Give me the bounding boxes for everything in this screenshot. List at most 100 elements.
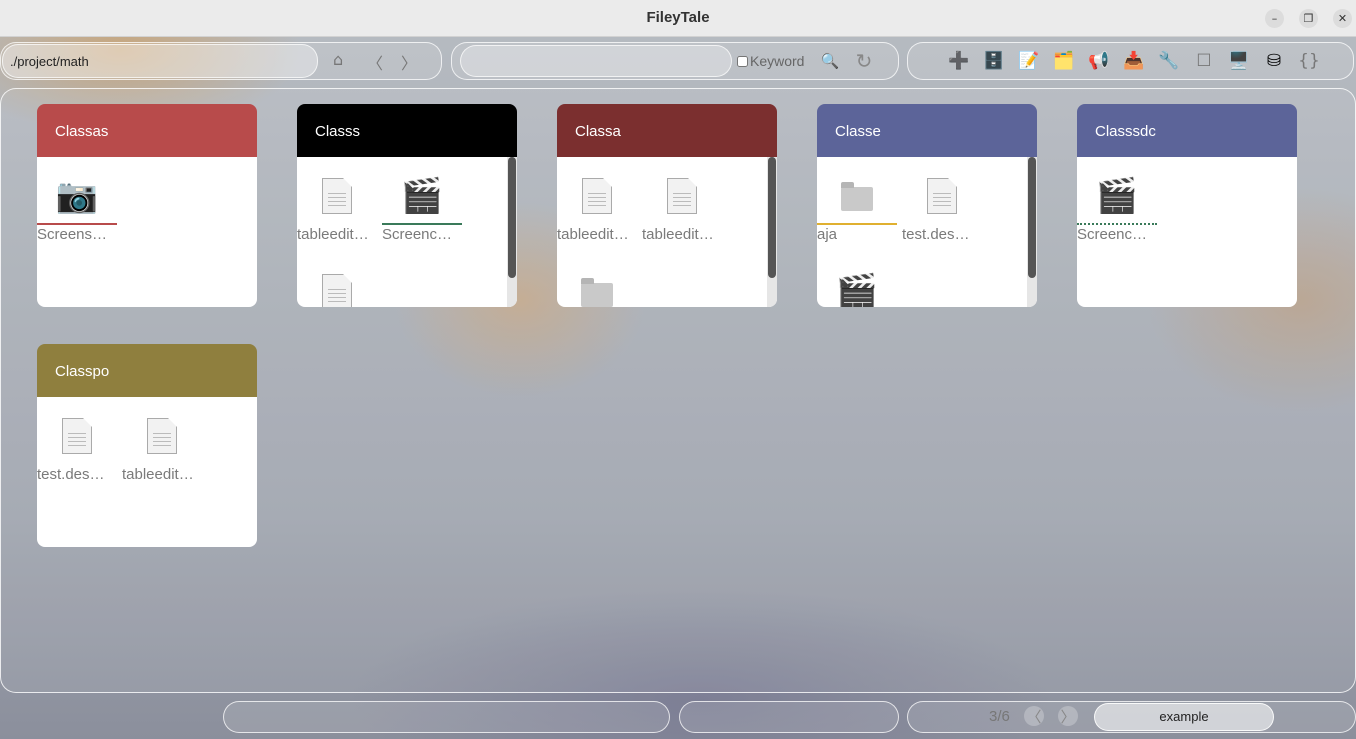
prev-page-icon[interactable]: 〈 xyxy=(1024,706,1044,726)
file-item[interactable]: tableedit… xyxy=(297,169,377,243)
square-icon[interactable]: ☐ xyxy=(1191,48,1217,74)
folder-icon xyxy=(841,182,873,211)
category-card: Classas 📷 Screens… xyxy=(37,104,257,307)
scrollbar-thumb[interactable] xyxy=(508,157,516,278)
item-icon-wrap xyxy=(37,409,117,463)
card-body: 🎬 Screenc… xyxy=(1077,157,1297,307)
scrollbar-thumb[interactable] xyxy=(768,157,776,278)
item-icon-wrap: 🎬 xyxy=(1077,169,1157,223)
card-title[interactable]: Classe xyxy=(817,104,1037,157)
item-icon-wrap xyxy=(557,265,637,307)
card-title[interactable]: Classas xyxy=(37,104,257,157)
item-underline xyxy=(642,223,722,225)
card-index-icon[interactable]: 🗂️ xyxy=(1051,48,1077,74)
file-item[interactable]: test.des… xyxy=(37,409,117,483)
item-icon-wrap xyxy=(642,169,722,223)
folder-icon xyxy=(581,278,613,307)
file-name: aja xyxy=(817,226,838,243)
add-icon[interactable]: ➕ xyxy=(946,48,972,74)
file-item[interactable] xyxy=(297,265,377,307)
card-body: aja test.des… 🎬 xyxy=(817,157,1037,307)
category-card: Classe aja test.des… 🎬 xyxy=(817,104,1037,307)
wrench-icon[interactable]: 🔧 xyxy=(1156,48,1182,74)
item-icon-wrap xyxy=(557,169,637,223)
card-title[interactable]: Classsdc xyxy=(1077,104,1297,157)
database-icon[interactable]: ⛁ xyxy=(1261,48,1287,74)
minimize-button[interactable]: – xyxy=(1265,9,1284,28)
megaphone-icon[interactable]: 📢 xyxy=(1086,48,1112,74)
item-underline xyxy=(902,223,982,225)
item-icon-wrap xyxy=(297,265,377,307)
file-item[interactable] xyxy=(557,265,637,307)
file-item[interactable]: tableedit… xyxy=(557,169,637,243)
footer-input-2[interactable] xyxy=(679,701,899,733)
item-icon-wrap: 🎬 xyxy=(817,265,897,307)
card-title[interactable]: Classs xyxy=(297,104,517,157)
file-name: test.des… xyxy=(902,226,970,243)
card-body: test.des… tableedit… xyxy=(37,397,257,547)
file-item[interactable]: tableedit… xyxy=(122,409,202,483)
example-button[interactable]: example xyxy=(1094,703,1274,731)
file-name: tableedit… xyxy=(297,226,369,243)
item-underline xyxy=(122,463,202,465)
scrollbar-track[interactable] xyxy=(1027,157,1037,307)
file-item[interactable]: 🎬 Screenc… xyxy=(382,169,462,243)
item-underline xyxy=(1077,223,1157,225)
forward-icon[interactable]: 〉 xyxy=(401,50,417,74)
item-icon-wrap xyxy=(817,169,897,223)
clapper-board-icon: 🎬 xyxy=(400,176,444,216)
footer-input-1[interactable] xyxy=(223,701,670,733)
file-item[interactable]: aja xyxy=(817,169,897,243)
scrollbar-track[interactable] xyxy=(767,157,777,307)
document-icon xyxy=(582,178,612,214)
cabinet-icon[interactable]: 🗄️ xyxy=(981,48,1007,74)
memo-icon[interactable]: 📝 xyxy=(1016,48,1042,74)
document-icon xyxy=(322,178,352,214)
file-item[interactable]: 🎬 Screenc… xyxy=(1077,169,1157,243)
home-icon[interactable]: ⌂ xyxy=(333,50,343,69)
keyword-toggle[interactable]: Keyword xyxy=(737,53,804,69)
category-card: Classsdc 🎬 Screenc… xyxy=(1077,104,1297,307)
item-icon-wrap xyxy=(902,169,982,223)
item-underline xyxy=(37,223,117,225)
search-input[interactable] xyxy=(460,45,732,77)
file-name: tableedit… xyxy=(642,226,714,243)
document-icon xyxy=(667,178,697,214)
file-name: Screens… xyxy=(37,226,108,243)
card-title[interactable]: Classpo xyxy=(37,344,257,397)
inbox-tray-icon[interactable]: 📥 xyxy=(1121,48,1147,74)
clapper-board-icon: 🎬 xyxy=(835,272,879,307)
card-body: 📷 Screens… xyxy=(37,157,257,307)
file-item[interactable]: tableedit… xyxy=(642,169,722,243)
braces-icon[interactable]: {} xyxy=(1296,48,1322,74)
file-name: Screenc… xyxy=(382,226,453,243)
category-card: Classs tableedit… 🎬 Screenc… xyxy=(297,104,517,307)
card-body: tableedit… tableedit… xyxy=(557,157,777,307)
next-page-icon[interactable]: 〉 xyxy=(1058,706,1078,726)
file-name: tableedit… xyxy=(122,466,194,483)
close-button[interactable]: ✕ xyxy=(1333,9,1352,28)
scrollbar-thumb[interactable] xyxy=(1028,157,1036,278)
item-icon-wrap: 🎬 xyxy=(382,169,462,223)
back-icon[interactable]: 〈 xyxy=(367,50,383,74)
maximize-button[interactable]: ❐ xyxy=(1299,9,1318,28)
card-body: tableedit… 🎬 Screenc… xyxy=(297,157,517,307)
path-input[interactable] xyxy=(2,44,318,78)
keyword-checkbox[interactable] xyxy=(737,55,748,67)
item-underline xyxy=(297,223,377,225)
title-bar: FileyTale – ❐ ✕ xyxy=(0,0,1356,37)
clapper-board-icon: 🎬 xyxy=(1095,176,1139,216)
card-title[interactable]: Classa xyxy=(557,104,777,157)
app-title: FileyTale xyxy=(646,9,710,26)
file-item[interactable]: test.des… xyxy=(902,169,982,243)
file-item[interactable]: 🎬 xyxy=(817,265,897,307)
search-icon[interactable]: 🔍 xyxy=(817,48,843,74)
file-item[interactable]: 📷 Screens… xyxy=(37,169,117,243)
desktop-computer-icon[interactable]: 🖥️ xyxy=(1226,48,1252,74)
item-underline xyxy=(817,223,897,225)
document-icon xyxy=(147,418,177,454)
scrollbar-track[interactable] xyxy=(507,157,517,307)
file-name: test.des… xyxy=(37,466,105,483)
refresh-icon[interactable]: ↻ xyxy=(851,48,877,74)
category-card: Classpo test.des… tableedit… xyxy=(37,344,257,547)
